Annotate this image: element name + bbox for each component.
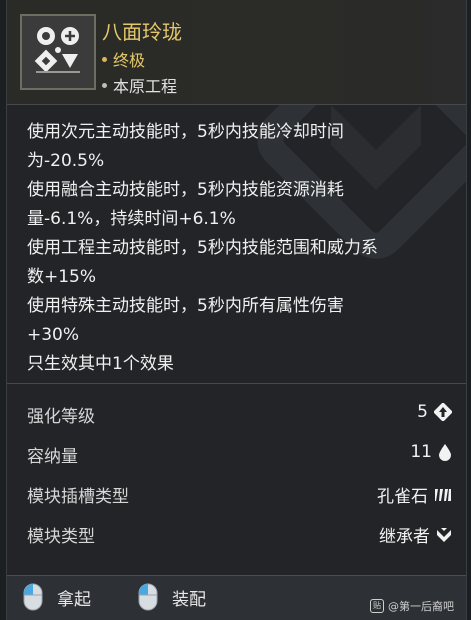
stat-label: 容纳量 [27,447,78,467]
equip-button[interactable]: 装配 [138,583,206,611]
stat-value: 孔雀石 [377,487,428,507]
stat-row-capacity: 容纳量 11 [27,436,452,476]
item-tooltip-panel: 八面玲珑 终极 本原工程 使用次元主动技能时，5秒内技能冷却时间 为-20.5%… [6,0,467,620]
mouse-left-click-icon [23,583,43,611]
stat-row-module-type: 模块类型 继承者 [27,516,452,556]
equip-label: 装配 [172,589,206,610]
enhance-level-icon [434,403,452,421]
watermark-badge: 贴 [370,599,384,613]
stat-value-group: 继承者 [379,522,452,547]
watermark-text: @第一后裔吧 [388,600,454,613]
stat-row-socket-type: 模块插槽类型 孔雀石 [27,476,452,516]
watermark: 贴 @第一后裔吧 [370,598,454,614]
source-label: 本原工程 [113,77,178,96]
module-emblem-icon [34,27,80,73]
pickup-button[interactable]: 拿起 [23,583,91,611]
item-header: 八面玲珑 终极 本原工程 [7,0,466,104]
item-icon-frame [20,14,96,90]
stat-label: 强化等级 [27,407,95,427]
pickup-label: 拿起 [57,589,91,610]
item-description: 使用次元主动技能时，5秒内技能冷却时间 为-20.5% 使用融合主动技能时，5秒… [27,118,452,379]
stat-value: 继承者 [379,527,430,547]
item-stats: 强化等级 5 容纳量 11 模块插槽类型 孔雀石 模块类型 继承者 [27,396,452,556]
bullet-icon [102,57,107,62]
stat-row-enhance-level: 强化等级 5 [27,396,452,436]
descendant-type-icon [437,527,451,542]
bullet-icon [102,83,107,88]
stat-value: 11 [410,442,432,462]
description-line: 量-6.1%，持续时间+6.1% [27,209,236,229]
description-line: 使用工程主动技能时，5秒内技能范围和威力系 [27,238,378,258]
description-line: 使用特殊主动技能时，5秒内所有属性伤害 [27,296,344,316]
item-rarity: 终极 [102,47,145,71]
item-source: 本原工程 [102,73,177,97]
stats-divider [7,383,466,384]
description-line: 数+15% [27,267,97,287]
item-title: 八面玲珑 [102,20,182,44]
description-line: 使用次元主动技能时，5秒内技能冷却时间 [27,122,344,142]
capacity-drop-icon [439,444,451,461]
mouse-left-click-icon [138,583,158,611]
description-line: 只生效其中1个效果 [27,354,174,374]
stat-label: 模块插槽类型 [27,487,129,507]
stat-value-group: 5 [417,402,452,422]
description-line: 为-20.5% [27,151,105,171]
rarity-label: 终极 [113,51,146,70]
stat-label: 模块类型 [27,527,95,547]
description-line: 使用融合主动技能时，5秒内技能资源消耗 [27,180,344,200]
header-divider [7,104,466,105]
malachite-socket-icon [435,488,451,501]
stat-value-group: 孔雀石 [377,482,452,507]
description-line: +30% [27,325,80,345]
stat-value-group: 11 [410,442,452,462]
stat-value: 5 [417,402,428,422]
